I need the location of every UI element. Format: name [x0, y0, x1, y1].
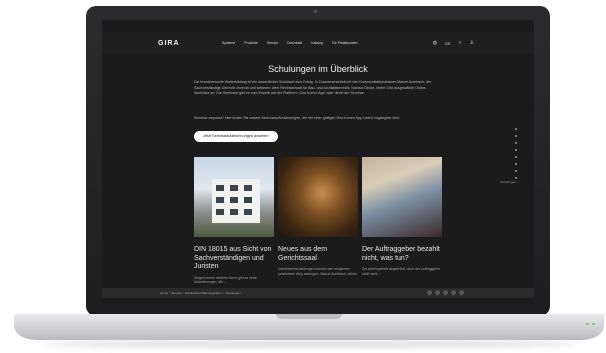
seminar-cards: DIN 18015 aus Sicht von Sachverständigen…: [194, 157, 444, 303]
breadcrumb[interactable]: Home > Service > Fachpartner/Planungshil…: [160, 291, 241, 295]
recording-note: Seminar verpasst? Hier finden Sie unsere…: [194, 116, 400, 120]
building-image: [194, 157, 274, 237]
social-icon[interactable]: [459, 290, 464, 295]
menu-item-download[interactable]: Download: [287, 41, 302, 45]
nav-utilities: ◍ DE ⌕ ♙: [433, 40, 474, 46]
menu-item-service[interactable]: Service: [267, 41, 278, 45]
breadcrumb-bar: Home > Service > Fachpartner/Planungshil…: [102, 288, 534, 298]
laptop-notch: [276, 314, 342, 319]
social-links: [427, 290, 464, 295]
menu-item-systeme[interactable]: Systeme: [222, 41, 235, 45]
menu-item-privatkunden[interactable]: Für Privatkunden: [332, 41, 358, 45]
camera-icon: [314, 10, 317, 13]
menu-item-katalog[interactable]: Katalog: [311, 41, 323, 45]
card-text: Wegen immer weiterer Norm gibt es neue A…: [194, 275, 257, 285]
section-label: Schulungen: [500, 180, 516, 184]
globe-icon[interactable]: ◍: [433, 40, 437, 46]
social-icon[interactable]: [427, 290, 432, 295]
status-led: [592, 323, 595, 325]
search-icon[interactable]: ⌕: [459, 40, 462, 46]
card-title[interactable]: Neues aus dem Gerichtssaal: [278, 246, 358, 263]
banknotes-image: [362, 157, 442, 237]
laptop-base: [14, 314, 604, 340]
seminar-card[interactable]: Der Auftraggeber bezahlt nicht, was tun?…: [362, 157, 442, 276]
brand-logo[interactable]: GIRA: [158, 40, 180, 47]
user-icon[interactable]: ♙: [470, 40, 474, 46]
justitia-statue-image: [278, 157, 358, 237]
section-dot-navigation[interactable]: [515, 128, 518, 184]
social-icon[interactable]: [435, 290, 440, 295]
language-selector[interactable]: DE: [445, 41, 451, 46]
card-title[interactable]: Der Auftraggeber bezahlt nicht, was tun?: [362, 246, 442, 263]
status-led: [586, 323, 589, 325]
page-title: Schulungen im Überblick: [268, 64, 368, 74]
seminar-card[interactable]: Neues aus dem Gerichtssaal Gerichtsentsc…: [278, 157, 358, 281]
laptop-shadow: [40, 340, 580, 348]
laptop-screen: GIRA Systeme Produkte Service Download K…: [102, 20, 534, 303]
intro-text: Die branchenweite Weiterbildung ist ein …: [194, 80, 432, 95]
recordings-button[interactable]: Jetzt Seminaraufzeichnungen ansehen: [194, 131, 278, 142]
social-icon[interactable]: [451, 290, 456, 295]
card-text: Gerichtsentscheidungen können den möglic…: [278, 267, 357, 281]
main-menu: Systeme Produkte Service Download Katalo…: [222, 41, 358, 45]
menu-item-produkte[interactable]: Produkte: [244, 41, 258, 45]
card-text: Die Arbeit perfekt abgeliefert, doch der…: [362, 267, 441, 276]
seminar-card[interactable]: DIN 18015 aus Sicht von Sachverständigen…: [194, 157, 274, 285]
social-icon[interactable]: [443, 290, 448, 295]
top-navigation: GIRA Systeme Produkte Service Download K…: [102, 32, 534, 54]
card-title[interactable]: DIN 18015 aus Sicht von Sachverständigen…: [194, 246, 274, 272]
